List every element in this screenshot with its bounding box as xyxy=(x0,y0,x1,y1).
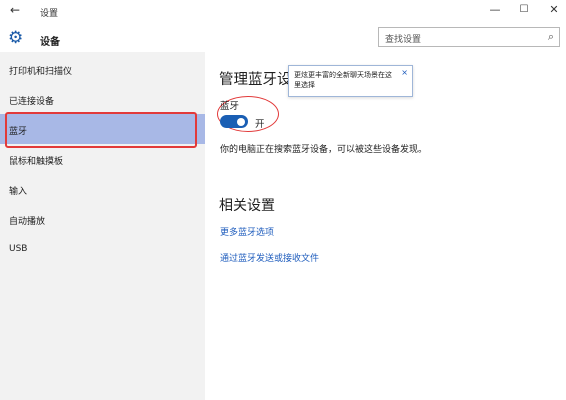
search-placeholder: 查找设置 xyxy=(385,35,422,45)
sidebar-item-label: 自动播放 xyxy=(9,217,46,227)
window-title: 设置 xyxy=(40,9,59,19)
sidebar-item-connected-devices[interactable]: 已连接设备 xyxy=(0,84,205,114)
search-icon[interactable]: ⌕ xyxy=(548,30,554,44)
tooltip-text: 更炫更丰富的全新聊天场景在这里选择 xyxy=(294,71,392,89)
sidebar-item-label: 输入 xyxy=(9,187,28,197)
tooltip-close-icon[interactable]: × xyxy=(401,68,408,77)
section-title: 管理蓝牙设 xyxy=(219,72,292,88)
sidebar-item-printers[interactable]: 打印机和扫描仪 xyxy=(0,54,205,84)
bluetooth-status-text: 你的电脑正在搜索蓝牙设备，可以被这些设备发现。 xyxy=(220,145,428,155)
gear-icon: ⚙ xyxy=(8,28,24,48)
maximize-button[interactable]: ☐ xyxy=(514,4,534,15)
sidebar-item-label: USB xyxy=(9,244,28,254)
sidebar-item-label: 已连接设备 xyxy=(9,97,55,107)
sidebar-item-label: 鼠标和触摸板 xyxy=(9,157,64,167)
sidebar-item-typing[interactable]: 输入 xyxy=(0,174,205,204)
bluetooth-toggle[interactable] xyxy=(220,115,248,128)
close-button[interactable]: ✕ xyxy=(544,3,564,16)
sidebar-item-mouse-touchpad[interactable]: 鼠标和触摸板 xyxy=(0,144,205,174)
sidebar: 打印机和扫描仪 已连接设备 蓝牙 鼠标和触摸板 输入 自动播放 USB xyxy=(0,52,205,400)
sidebar-item-label: 打印机和扫描仪 xyxy=(9,67,73,77)
settings-header: ⚙ 设备 查找设置 ⌕ xyxy=(0,24,566,52)
title-bar: ← 设置 — ☐ ✕ xyxy=(0,0,566,24)
notification-tooltip: 更炫更丰富的全新聊天场景在这里选择 × xyxy=(288,65,413,97)
sidebar-item-usb[interactable]: USB xyxy=(0,234,205,264)
send-receive-files-link[interactable]: 通过蓝牙发送或接收文件 xyxy=(220,251,319,264)
toggle-knob xyxy=(237,117,245,126)
sidebar-item-autoplay[interactable]: 自动播放 xyxy=(0,204,205,234)
toggle-state-label: 开 xyxy=(255,119,265,130)
page-title: 设备 xyxy=(40,37,60,48)
more-bluetooth-options-link[interactable]: 更多蓝牙选项 xyxy=(220,225,274,238)
bluetooth-label: 蓝牙 xyxy=(220,101,240,112)
back-arrow-icon[interactable]: ← xyxy=(10,3,20,17)
search-input[interactable]: 查找设置 ⌕ xyxy=(378,27,560,47)
main-content: 管理蓝牙设 蓝牙 开 你的电脑正在搜索蓝牙设备，可以被这些设备发现。 相关设置 … xyxy=(205,52,566,400)
related-settings-title: 相关设置 xyxy=(219,198,275,214)
sidebar-item-bluetooth[interactable]: 蓝牙 xyxy=(0,114,205,144)
sidebar-item-label: 蓝牙 xyxy=(9,127,28,137)
minimize-button[interactable]: — xyxy=(485,3,505,16)
